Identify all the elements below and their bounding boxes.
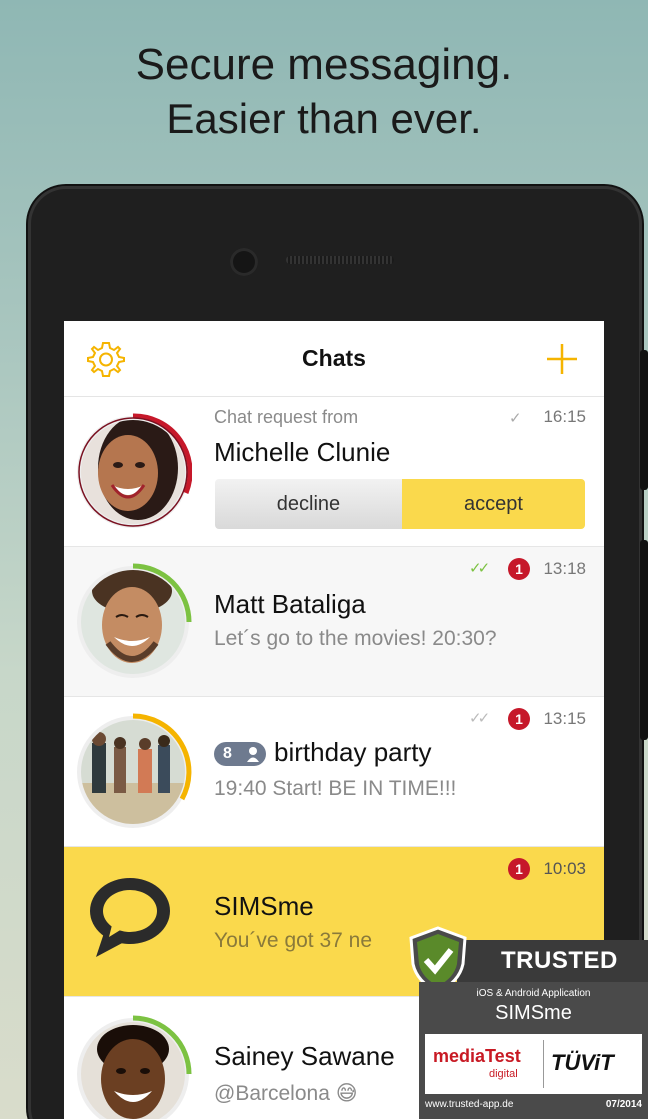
mediatest-logo-sub: digital (489, 1068, 518, 1080)
avatar-sainey (77, 1015, 192, 1119)
person-icon (247, 747, 259, 763)
chat-last-message: 19:40 Start! BE IN TIME!!! (214, 777, 457, 800)
seal-title: TRUSTED APP (457, 940, 648, 1016)
chat-name: birthday party (274, 737, 432, 767)
chat-name: Michelle Clunie (214, 437, 391, 467)
unread-badge: 1 (508, 558, 530, 580)
chat-last-message-wrap: @Barcelona 😅 (214, 1081, 358, 1106)
new-chat-plus-icon[interactable] (542, 339, 582, 379)
headline: Secure messaging. Easier than ever. (0, 38, 648, 146)
member-count-pill: 8 (214, 742, 266, 767)
chat-name: SIMSme (214, 891, 314, 921)
single-check-icon: ✓ (509, 410, 522, 427)
decline-button[interactable]: decline (215, 479, 402, 529)
chat-last-message: You´ve got 37 ne (214, 929, 373, 952)
double-check-icon: ✓✓ (469, 560, 490, 577)
unread-badge: 1 (508, 858, 530, 880)
power-button (640, 540, 648, 740)
seal-date: 07/2014 (605, 1099, 642, 1110)
seal-logos: mediaTest digital TÜViT (425, 1034, 642, 1094)
chat-last-message: Let´s go to the movies! 20:30? (214, 627, 497, 650)
page-title: Chats (302, 345, 366, 371)
mediatest-logo: mediaTest (433, 1046, 521, 1066)
chat-name: Matt Bataliga (214, 589, 366, 619)
double-check-icon: ✓✓ (469, 710, 490, 727)
volume-button (640, 350, 648, 490)
seal-url: www.trusted-app.de (425, 1099, 514, 1110)
chat-request-label: Chat request from (214, 407, 359, 427)
seal-app-name: SIMSme (495, 1002, 572, 1024)
avatar-group-birthday (77, 713, 192, 828)
member-count: 8 (223, 745, 232, 763)
avatar-matt (77, 563, 192, 678)
chat-time: 10:03 (543, 859, 586, 878)
chat-row-birthday-party[interactable]: ✓✓ 1 13:15 8 birthday party 19:40 Start!… (64, 697, 604, 847)
chat-time: 13:15 (543, 709, 586, 728)
tuvit-logo: TÜViT (551, 1050, 614, 1075)
headline-line1: Secure messaging. (135, 40, 513, 89)
seal-platform: iOS & Android Application (476, 988, 591, 999)
chat-last-message: @Barcelona (214, 1082, 330, 1105)
seal-body: iOS & Android Application SIMSme mediaTe… (419, 982, 648, 1119)
avatar-michelle (77, 413, 192, 528)
group-chat-name: 8 birthday party (214, 737, 432, 768)
top-bar: Chats (64, 321, 604, 397)
accept-button[interactable]: accept (402, 479, 585, 529)
chat-row-matt[interactable]: ✓✓ 1 13:18 Matt Bataliga Let´s go to the… (64, 547, 604, 697)
speech-bubble-icon (90, 878, 170, 957)
unread-badge: 1 (508, 708, 530, 730)
camera-icon (230, 248, 258, 276)
trusted-app-seal: TRUSTED APP iOS & Android Application SI… (409, 926, 648, 1119)
chat-time: 13:18 (543, 559, 586, 578)
headline-line2: Easier than ever. (166, 95, 482, 142)
emoji-sweat-smile: 😅 (335, 1082, 358, 1105)
chat-name: Sainey Sawane (214, 1041, 395, 1071)
speaker-grille (286, 256, 394, 264)
seal-header: TRUSTED APP (409, 926, 648, 1016)
chat-time: 16:15 (543, 407, 586, 426)
logo-separator (543, 1040, 544, 1088)
